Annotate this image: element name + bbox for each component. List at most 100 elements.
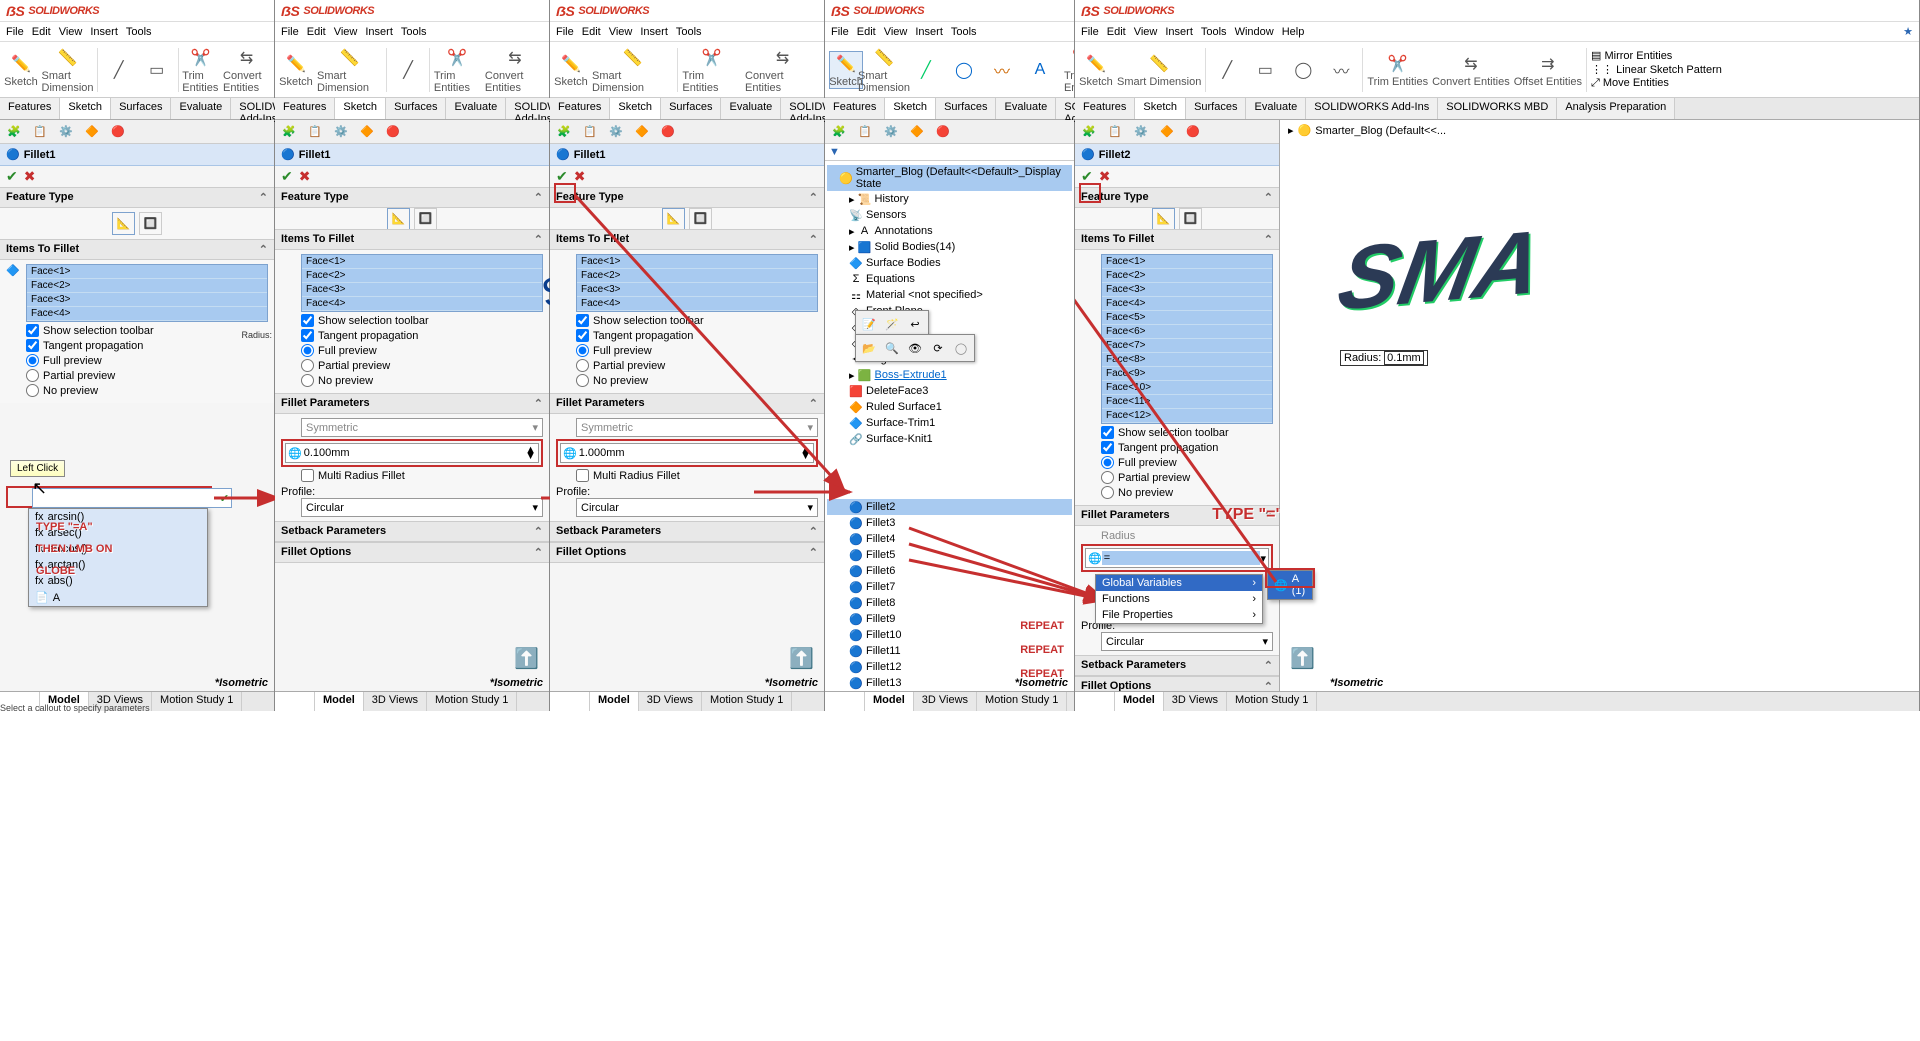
menu-insert[interactable]: Insert <box>90 26 118 38</box>
linear-pattern-tool[interactable]: ⋮⋮ Linear Sketch Pattern <box>1591 63 1722 76</box>
functions-item[interactable]: Functions› <box>1096 591 1262 607</box>
face-list[interactable]: Face<1> Face<2> Face<3> Face<4> <box>26 264 268 322</box>
pm-title: 🔵 Fillet1 <box>0 144 274 166</box>
pm-ok-row: ✔ ✖ <box>0 166 274 187</box>
face-list[interactable]: Face<1> Face<2> Face<3> Face<4> <box>301 254 543 312</box>
radius-callout[interactable]: Radius: 0.1mm <box>1340 350 1428 366</box>
tree-item[interactable]: ▸📜History <box>827 191 1072 207</box>
tree-item[interactable]: 🟥DeleteFace3 <box>827 383 1072 399</box>
menu-edit[interactable]: Edit <box>32 26 51 38</box>
fileprops-item[interactable]: File Properties› <box>1096 607 1262 623</box>
tab-features[interactable]: Features <box>0 98 60 119</box>
annotation-typeeq: TYPE "=" <box>1212 506 1283 524</box>
smartdim-tool[interactable]: 📏Smart Dimension <box>42 46 93 94</box>
dimx-icon[interactable]: 🔶 <box>80 122 104 142</box>
view-triad: ⬆️ <box>1290 646 1315 671</box>
ok-button[interactable]: ✔ <box>281 168 293 185</box>
rect-tool[interactable]: ▭ <box>140 58 174 82</box>
sketch-tool[interactable]: ✏️Sketch <box>4 52 38 88</box>
cancel-button[interactable]: ✖ <box>299 168 311 185</box>
edit-sketch-icon[interactable]: 🪄 <box>881 313 903 335</box>
annotation-typea: TYPE "=A" <box>36 516 112 538</box>
face-item[interactable]: Face<1> <box>27 265 267 279</box>
nopreview-radio[interactable] <box>26 384 39 397</box>
radius-input[interactable] <box>1102 551 1261 565</box>
ds-logo: ẞS <box>6 3 24 19</box>
title-bar: ẞS SOLIDWORKS <box>0 0 274 22</box>
leftclick-tooltip: Left Click <box>10 460 65 477</box>
tangent-checkbox[interactable] <box>26 339 39 352</box>
show-selection-checkbox[interactable] <box>26 324 39 337</box>
face-item[interactable]: Face<3> <box>27 293 267 307</box>
spinner[interactable]: ▲▼ <box>525 447 536 459</box>
globe-icon[interactable]: 🌐 <box>288 447 302 460</box>
tree-item[interactable]: 🔷Surface Bodies <box>827 255 1072 271</box>
tree-item[interactable]: ΣEquations <box>827 271 1072 287</box>
config-mgr-icon[interactable]: ⚙️ <box>54 122 78 142</box>
feature-type-section[interactable]: Feature Type <box>0 187 274 208</box>
tree-item[interactable]: ▸🟦Solid Bodies(14) <box>827 239 1072 255</box>
appearance-icon[interactable]: 🔴 <box>106 122 130 142</box>
tree-item[interactable]: 📡Sensors <box>827 207 1072 223</box>
fullpreview-radio[interactable] <box>26 354 39 367</box>
app-name: SOLIDWORKS <box>28 5 99 17</box>
menu-tools[interactable]: Tools <box>126 26 152 38</box>
motion-tab[interactable]: Motion Study 1 <box>152 692 242 711</box>
radius-input[interactable] <box>35 491 220 505</box>
annotation-lmb: THEN LMB ON <box>36 538 112 560</box>
annotation-repeat: REPEAT <box>1020 638 1064 662</box>
context-toolbar-2: 📂 🔍 👁 ⟳ ◯ <box>855 334 975 362</box>
tab-sketch[interactable]: Sketch <box>60 98 111 119</box>
items-section[interactable]: Items To Fillet <box>0 239 274 260</box>
ok-button[interactable]: ✔ <box>6 168 18 185</box>
filter-icon[interactable]: ▼ <box>829 146 840 158</box>
tree-item[interactable]: ⚏Material <not specified> <box>827 287 1072 303</box>
face-item[interactable]: Face<2> <box>27 279 267 293</box>
view-triad: ⬆️ <box>514 646 539 671</box>
flyout-tree[interactable]: ▸ 🟡Smarter_Blog (Default<<... <box>1288 124 1446 137</box>
graphics-area[interactable]: ▸ 🟡Smarter_Blog (Default<<... 🔍 🔲 🪟 SMA … <box>1280 120 1919 711</box>
command-tabs: Features Sketch Surfaces Evaluate SOLIDW… <box>0 98 274 120</box>
command-ribbon: ✏️Sketch 📏Smart Dimension ╱ ▭ ✂️Trim Ent… <box>0 42 274 98</box>
mirror-tool[interactable]: ▤ Mirror Entities <box>1591 49 1722 62</box>
fillet-item[interactable]: 🔵Fillet2 <box>827 499 1072 515</box>
radius-input[interactable] <box>302 446 525 460</box>
tree-item[interactable]: 🔗Surface-Knit1 <box>827 431 1072 447</box>
var-a-item[interactable]: 📄A <box>29 589 207 606</box>
line-tool[interactable]: ╱ <box>102 58 136 82</box>
annotation-repeat: REPEAT <box>1020 614 1064 638</box>
trim-tool[interactable]: ✂️Trim Entities <box>182 46 219 94</box>
face-item[interactable]: Face<4> <box>27 307 267 321</box>
menu-star-icon[interactable]: ★ <box>1903 25 1913 38</box>
suppress-icon[interactable]: ↩ <box>904 313 926 335</box>
tree-item[interactable]: ▸AAnnotations <box>827 223 1072 239</box>
faces-selector-icon: 🔷 <box>6 264 20 277</box>
face-fillet-icon[interactable]: 🔲 <box>139 212 163 235</box>
move-tool[interactable]: ⤢ Move Entities <box>1591 77 1722 90</box>
property-mgr-icon[interactable]: 📋 <box>28 122 52 142</box>
cursor-icon: ↖ <box>32 478 47 499</box>
menu-file[interactable]: File <box>6 26 24 38</box>
tree-item[interactable]: 🔷Surface-Trim1 <box>827 415 1072 431</box>
menu-bar: File Edit View Insert Tools <box>0 22 274 42</box>
globalvar-item[interactable]: Global Variables› <box>1096 575 1262 591</box>
partpreview-radio[interactable] <box>26 369 39 382</box>
menu-view[interactable]: View <box>59 26 83 38</box>
status-text: Select a callout to specify parameters <box>0 703 150 713</box>
symmetric-dropdown[interactable]: Symmetric▾ <box>301 418 543 437</box>
feature-tree-icon[interactable]: 🧩 <box>2 122 26 142</box>
edit-feature-icon[interactable]: 📝 <box>858 313 880 335</box>
tree-item[interactable]: ▸🟩Boss-Extrude1 <box>827 367 1072 383</box>
convert-tool[interactable]: ⇆Convert Entities <box>223 46 270 94</box>
tree-root[interactable]: 🟡Smarter_Blog (Default<<Default>_Display… <box>827 165 1072 191</box>
cancel-button[interactable]: ✖ <box>24 168 36 185</box>
tree-item[interactable]: 🔶Ruled Surface1 <box>827 399 1072 415</box>
panel-icons: 🧩 📋 ⚙️ 🔶 🔴 <box>0 120 274 144</box>
annotation-repeat: REPEAT <box>1020 662 1064 686</box>
tab-surfaces[interactable]: Surfaces <box>111 98 171 119</box>
tab-evaluate[interactable]: Evaluate <box>171 98 231 119</box>
annotation-globe: GLOBE <box>36 560 112 582</box>
radius-callout: Radius: <box>241 330 272 340</box>
const-fillet-icon[interactable]: 📐 <box>112 212 136 235</box>
profile-dropdown[interactable]: Circular▾ <box>301 498 543 517</box>
